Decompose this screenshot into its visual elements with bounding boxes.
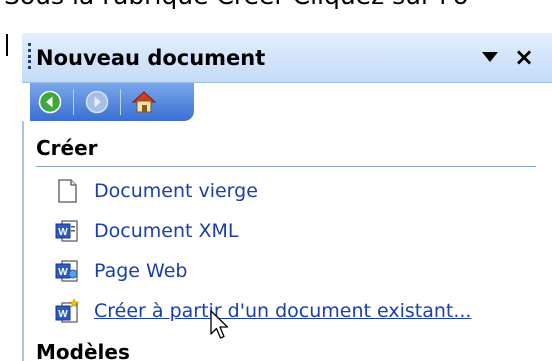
nav-separator xyxy=(73,89,74,115)
item-label[interactable]: Créer à partir d'un document existant... xyxy=(94,300,471,322)
forward-button[interactable] xyxy=(83,88,111,116)
blank-document-icon xyxy=(58,179,77,203)
instruction-text: Sous la rubrique Créer Cliquez sur l'o xyxy=(0,0,552,18)
forward-arrow-icon xyxy=(85,90,109,114)
task-pane-title-bar: Nouveau document × xyxy=(22,33,552,83)
section-title-models: Modèles xyxy=(36,340,130,361)
mouse-pointer-icon xyxy=(210,310,229,339)
text-caret xyxy=(6,34,8,56)
dropdown-triangle-icon[interactable] xyxy=(482,52,498,62)
item-label[interactable]: Page Web xyxy=(94,260,187,282)
home-button[interactable] xyxy=(130,88,158,116)
list-item-web-page[interactable]: W Page Web xyxy=(54,255,187,287)
section-title-create: Créer xyxy=(36,133,536,167)
document-area xyxy=(0,18,22,361)
item-label[interactable]: Document vierge xyxy=(94,180,258,202)
word-xml-document-icon: W xyxy=(55,220,78,242)
list-item-new-from-existing[interactable]: W Créer à partir d'un document existant.… xyxy=(54,295,471,327)
list-item-blank-document[interactable]: Document vierge xyxy=(54,175,258,207)
home-icon xyxy=(131,91,157,113)
task-pane-nav-bar xyxy=(30,83,194,121)
word-web-page-icon: W xyxy=(55,260,78,282)
task-pane-title: Nouveau document xyxy=(36,46,266,70)
svg-text:W: W xyxy=(58,309,68,320)
item-label[interactable]: Document XML xyxy=(94,220,238,242)
svg-text:W: W xyxy=(58,267,68,278)
word-new-from-existing-icon: W xyxy=(55,298,80,323)
task-pane-body: Créer Document vierge W Document XML W P… xyxy=(22,121,552,361)
close-icon[interactable]: × xyxy=(510,41,538,73)
back-button[interactable] xyxy=(36,88,64,116)
svg-text:W: W xyxy=(58,227,68,238)
grip-handle-icon[interactable] xyxy=(28,43,32,69)
nav-separator xyxy=(120,89,121,115)
task-pane: Nouveau document × Créer Document vierge… xyxy=(22,33,552,361)
back-arrow-icon xyxy=(38,90,62,114)
list-item-xml-document[interactable]: W Document XML xyxy=(54,215,238,247)
